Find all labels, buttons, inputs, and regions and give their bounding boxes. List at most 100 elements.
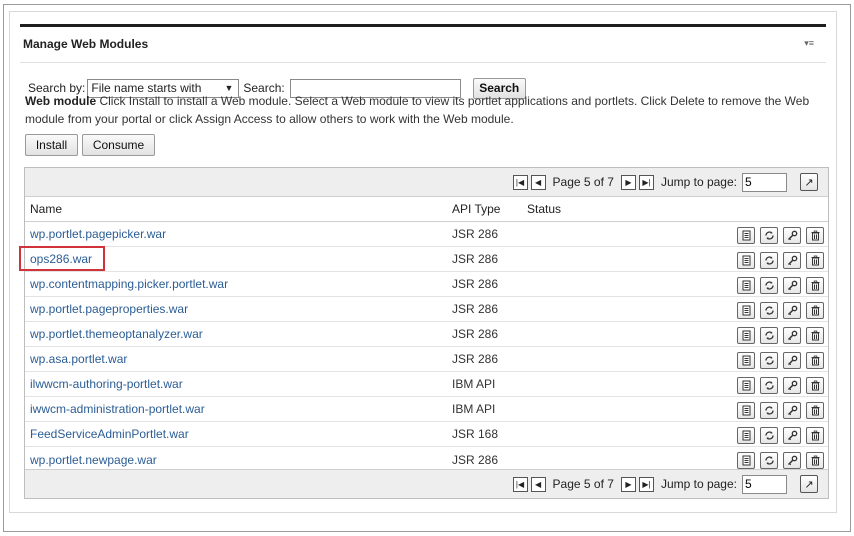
module-name-link[interactable]: ops286.war (30, 252, 92, 266)
delete-trash-icon[interactable] (806, 377, 824, 394)
jump-to-page-input[interactable] (742, 474, 787, 494)
assign-access-key-icon[interactable] (783, 352, 801, 369)
row-actions (737, 377, 824, 394)
view-details-icon[interactable] (737, 227, 755, 244)
delete-trash-icon[interactable] (806, 402, 824, 419)
page-indicator: Page 5 of 7 (552, 175, 614, 189)
table-row: ops286.war JSR 286 (25, 247, 828, 272)
module-name-link[interactable]: ilwwcm-authoring-portlet.war (30, 377, 183, 391)
go-page-icon[interactable]: ↗ (800, 475, 818, 493)
update-icon[interactable] (760, 277, 778, 294)
next-page-icon[interactable]: ▶ (620, 476, 636, 492)
jump-to-page-input[interactable] (742, 172, 787, 192)
module-api-type: JSR 286 (452, 452, 499, 467)
view-details-icon[interactable] (737, 327, 755, 344)
page-indicator: Page 5 of 7 (552, 477, 614, 491)
module-name-link[interactable]: wp.portlet.newpage.war (30, 453, 157, 467)
table-row: wp.portlet.pageproperties.war JSR 286 (25, 297, 828, 322)
row-actions (737, 402, 824, 419)
delete-trash-icon[interactable] (806, 277, 824, 294)
module-api-type: JSR 286 (452, 227, 499, 241)
update-icon[interactable] (760, 252, 778, 269)
update-icon[interactable] (760, 427, 778, 444)
update-icon[interactable] (760, 327, 778, 344)
module-name-link[interactable]: wp.contentmapping.picker.portlet.war (30, 277, 228, 291)
module-name-link[interactable]: wp.portlet.themeoptanalyzer.war (30, 327, 203, 341)
assign-access-key-icon[interactable] (783, 252, 801, 269)
jump-to-page-label: Jump to page: (660, 175, 737, 189)
row-actions (737, 352, 824, 369)
assign-access-key-icon[interactable] (783, 402, 801, 419)
module-name-link[interactable]: wp.asa.portlet.war (30, 352, 127, 366)
delete-trash-icon[interactable] (806, 452, 824, 469)
row-actions (737, 427, 824, 444)
update-icon[interactable] (760, 452, 778, 469)
first-page-icon[interactable]: |◀ (512, 476, 528, 492)
view-details-icon[interactable] (737, 402, 755, 419)
module-name-link[interactable]: wp.portlet.pagepicker.war (30, 227, 166, 241)
pager-bottom: |◀ ◀ Page 5 of 7 ▶ ▶| Jump to page: ↗ (25, 469, 828, 498)
delete-trash-icon[interactable] (806, 227, 824, 244)
install-button[interactable]: Install (25, 134, 78, 156)
assign-access-key-icon[interactable] (783, 277, 801, 294)
view-details-icon[interactable] (737, 252, 755, 269)
update-icon[interactable] (760, 402, 778, 419)
next-page-icon[interactable]: ▶ (620, 174, 636, 190)
delete-trash-icon[interactable] (806, 352, 824, 369)
table-row: iwwcm-administration-portlet.war IBM API (25, 397, 828, 422)
jump-to-page-label: Jump to page: (660, 477, 737, 491)
module-api-type: IBM API (452, 377, 496, 391)
table-row: wp.contentmapping.picker.portlet.war JSR… (25, 272, 828, 297)
assign-access-key-icon[interactable] (783, 302, 801, 319)
delete-trash-icon[interactable] (806, 327, 824, 344)
view-details-icon[interactable] (737, 277, 755, 294)
first-page-icon[interactable]: |◀ (512, 174, 528, 190)
assign-access-key-icon[interactable] (783, 377, 801, 394)
update-icon[interactable] (760, 227, 778, 244)
view-details-icon[interactable] (737, 302, 755, 319)
module-api-type: JSR 286 (452, 302, 499, 316)
module-api-type: JSR 286 (452, 277, 499, 291)
view-details-icon[interactable] (737, 352, 755, 369)
assign-access-key-icon[interactable] (783, 227, 801, 244)
table-row: wp.asa.portlet.war JSR 286 (25, 347, 828, 372)
table-header: Name API Type Status (25, 197, 828, 222)
header-api-type: API Type (452, 202, 501, 216)
view-details-icon[interactable] (737, 377, 755, 394)
row-actions (737, 252, 824, 269)
previous-page-icon[interactable]: ◀ (530, 476, 546, 492)
delete-trash-icon[interactable] (806, 427, 824, 444)
go-page-icon[interactable]: ↗ (800, 173, 818, 191)
portlet-title-bar (20, 24, 826, 27)
update-icon[interactable] (760, 377, 778, 394)
assign-access-key-icon[interactable] (783, 452, 801, 469)
delete-trash-icon[interactable] (806, 252, 824, 269)
previous-page-icon[interactable]: ◀ (530, 174, 546, 190)
row-actions (737, 277, 824, 294)
view-details-icon[interactable] (737, 452, 755, 469)
module-api-type: IBM API (452, 402, 496, 416)
consume-button[interactable]: Consume (82, 134, 155, 156)
assign-access-key-icon[interactable] (783, 427, 801, 444)
module-name-link[interactable]: iwwcm-administration-portlet.war (30, 402, 205, 416)
last-page-icon[interactable]: ▶| (638, 476, 654, 492)
module-api-type: JSR 286 (452, 252, 499, 266)
module-api-type: JSR 286 (452, 352, 499, 366)
view-details-icon[interactable] (737, 427, 755, 444)
header-name: Name (30, 202, 63, 216)
pager-top: |◀ ◀ Page 5 of 7 ▶ ▶| Jump to page: ↗ (25, 168, 828, 197)
update-icon[interactable] (760, 352, 778, 369)
assign-access-key-icon[interactable] (783, 327, 801, 344)
table-row: ilwwcm-authoring-portlet.war IBM API (25, 372, 828, 397)
module-name-link[interactable]: wp.portlet.pageproperties.war (30, 302, 188, 316)
module-api-type: JSR 286 (452, 327, 499, 341)
delete-trash-icon[interactable] (806, 302, 824, 319)
last-page-icon[interactable]: ▶| (638, 174, 654, 190)
portlet-menu-icon[interactable]: ▾≡ (804, 38, 814, 49)
update-icon[interactable] (760, 302, 778, 319)
module-api-type: JSR 168 (452, 427, 499, 441)
portlet-title: Manage Web Modules (23, 37, 149, 51)
module-name-link[interactable]: FeedServiceAdminPortlet.war (30, 427, 189, 441)
header-status: Status (527, 202, 562, 216)
row-actions (737, 227, 824, 244)
